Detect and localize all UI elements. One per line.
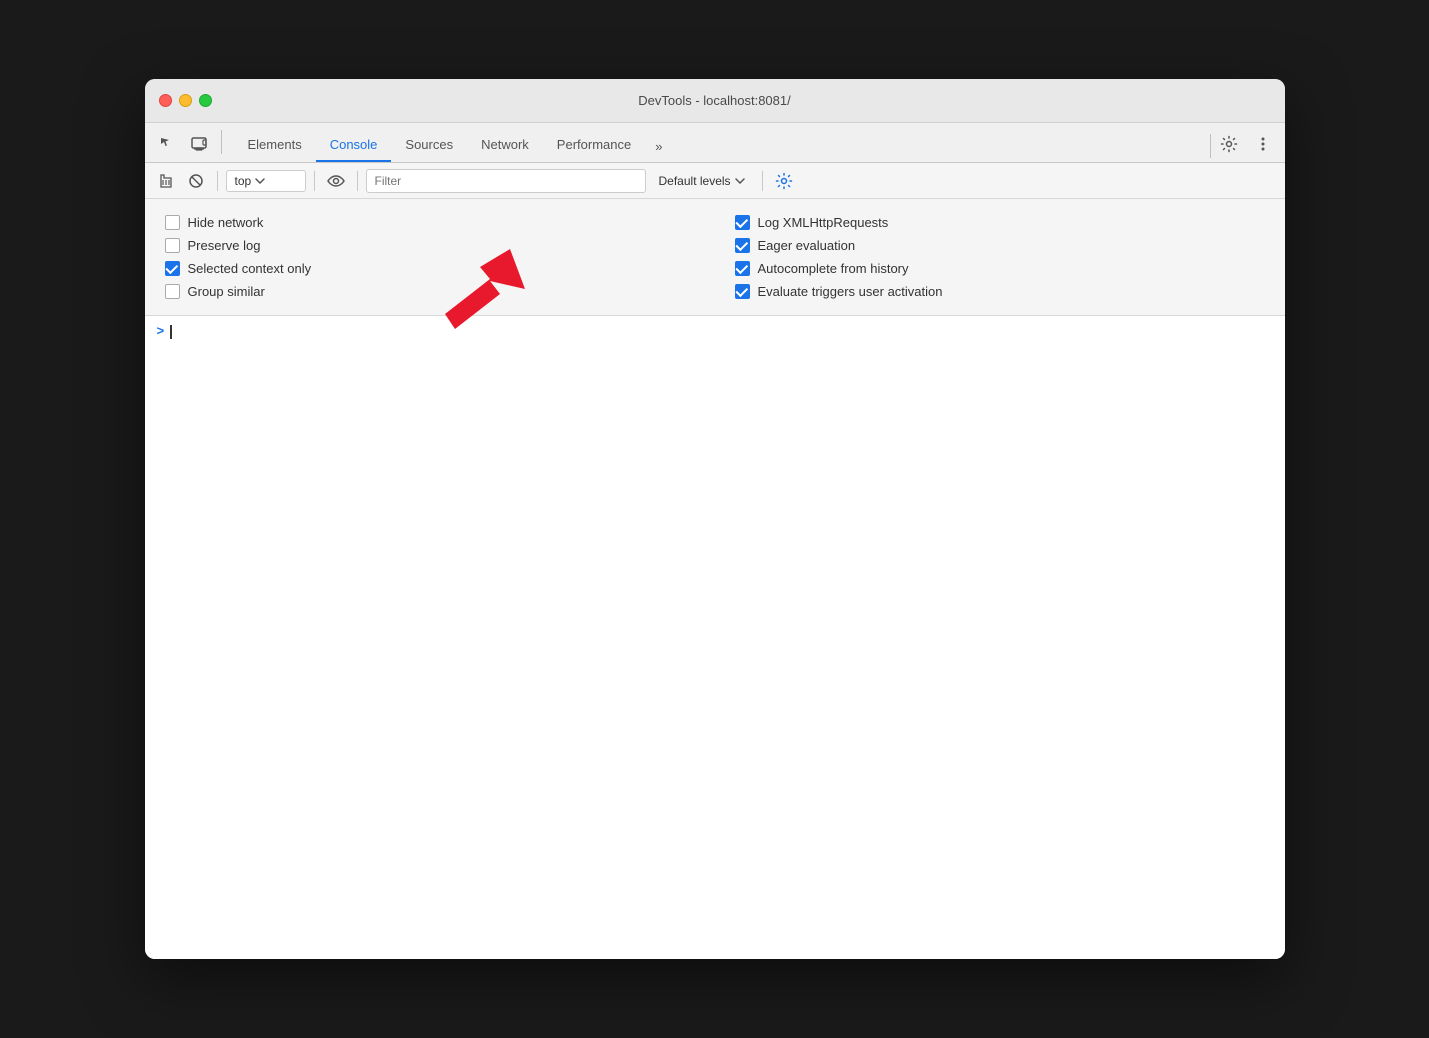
window-title: DevTools - localhost:8081/: [638, 93, 790, 108]
group-similar-label[interactable]: Group similar: [188, 284, 265, 299]
settings-left-column: Hide network Preserve log Selected conte…: [165, 211, 695, 303]
settings-grid: Hide network Preserve log Selected conte…: [165, 211, 1265, 303]
toolbar-divider-1: [217, 171, 218, 191]
toolbar-divider-2: [314, 171, 315, 191]
toolbar-divider-4: [762, 171, 763, 191]
device-toolbar-button[interactable]: [185, 130, 213, 158]
log-xhr-row: Log XMLHttpRequests: [735, 211, 1265, 234]
log-xhr-checkbox[interactable]: [735, 215, 750, 230]
more-options-button[interactable]: [1249, 130, 1277, 158]
tab-bar-tools: [153, 130, 226, 162]
settings-button[interactable]: [1215, 130, 1243, 158]
selected-context-label[interactable]: Selected context only: [188, 261, 312, 276]
eager-eval-row: Eager evaluation: [735, 234, 1265, 257]
tab-elements[interactable]: Elements: [234, 129, 316, 162]
block-icon-button[interactable]: [183, 168, 209, 194]
selected-context-row: Selected context only: [165, 257, 695, 280]
log-xhr-label[interactable]: Log XMLHttpRequests: [758, 215, 889, 230]
inspect-element-button[interactable]: [153, 130, 181, 158]
main-tabs: Elements Console Sources Network Perform…: [234, 129, 1206, 162]
toolbar-divider-3: [357, 171, 358, 191]
eval-triggers-checkbox[interactable]: [735, 284, 750, 299]
group-similar-row: Group similar: [165, 280, 695, 303]
console-area[interactable]: >: [145, 316, 1285, 959]
maximize-button[interactable]: [199, 94, 212, 107]
console-cursor: [170, 325, 172, 339]
tab-divider: [221, 130, 222, 154]
eval-triggers-row: Evaluate triggers user activation: [735, 280, 1265, 303]
autocomplete-history-checkbox[interactable]: [735, 261, 750, 276]
eager-eval-checkbox[interactable]: [735, 238, 750, 253]
tab-performance[interactable]: Performance: [543, 129, 645, 162]
preserve-log-label[interactable]: Preserve log: [188, 238, 261, 253]
eval-triggers-label[interactable]: Evaluate triggers user activation: [758, 284, 943, 299]
tab-network[interactable]: Network: [467, 129, 543, 162]
console-settings-button[interactable]: [775, 172, 793, 190]
eager-eval-label[interactable]: Eager evaluation: [758, 238, 856, 253]
traffic-lights: [159, 94, 212, 107]
console-prompt: >: [157, 324, 1273, 339]
hide-network-row: Hide network: [165, 211, 695, 234]
hide-network-label[interactable]: Hide network: [188, 215, 264, 230]
title-bar: DevTools - localhost:8081/: [145, 79, 1285, 123]
preserve-log-checkbox[interactable]: [165, 238, 180, 253]
levels-dropdown[interactable]: Default levels: [650, 170, 754, 192]
selected-context-checkbox[interactable]: [165, 261, 180, 276]
context-selector[interactable]: top: [226, 170, 306, 192]
tab-right-divider: [1210, 134, 1211, 158]
tab-console[interactable]: Console: [316, 129, 392, 162]
devtools-window: DevTools - localhost:8081/ Element: [145, 79, 1285, 959]
group-similar-checkbox[interactable]: [165, 284, 180, 299]
preserve-log-row: Preserve log: [165, 234, 695, 257]
tab-more-button[interactable]: »: [645, 131, 672, 162]
clear-console-button[interactable]: [153, 168, 179, 194]
filter-input[interactable]: [366, 169, 646, 193]
settings-panel: Hide network Preserve log Selected conte…: [145, 199, 1285, 316]
hide-network-checkbox[interactable]: [165, 215, 180, 230]
eye-icon-button[interactable]: [323, 168, 349, 194]
console-toolbar: top Default levels: [145, 163, 1285, 199]
settings-right-column: Log XMLHttpRequests Eager evaluation Aut…: [735, 211, 1265, 303]
prompt-chevron: >: [157, 324, 165, 339]
tab-sources[interactable]: Sources: [391, 129, 467, 162]
tab-bar-right-actions: [1215, 130, 1277, 162]
autocomplete-history-label[interactable]: Autocomplete from history: [758, 261, 909, 276]
minimize-button[interactable]: [179, 94, 192, 107]
tab-bar: Elements Console Sources Network Perform…: [145, 123, 1285, 163]
close-button[interactable]: [159, 94, 172, 107]
autocomplete-history-row: Autocomplete from history: [735, 257, 1265, 280]
